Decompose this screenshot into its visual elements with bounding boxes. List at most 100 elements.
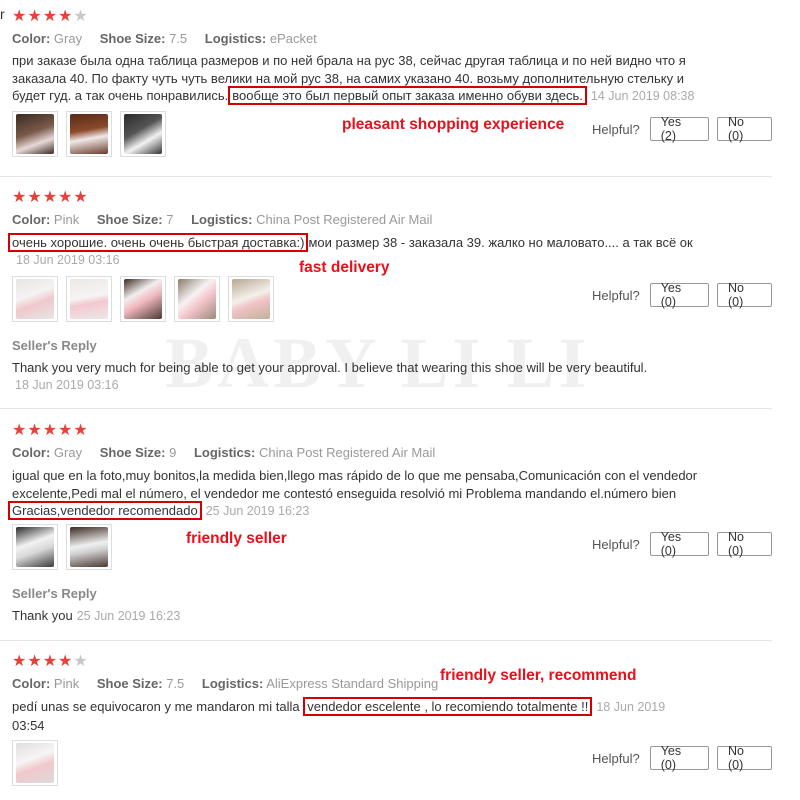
shoe-size-value: 7 [166, 212, 174, 227]
review-item: ★★★★★ Color: Gray Shoe Size: 7.5 Logisti… [0, 0, 772, 177]
seller-reply-date: 25 Jun 2019 16:23 [76, 609, 181, 623]
seller-reply-text: Thank you [12, 608, 73, 623]
review-photo[interactable] [174, 276, 220, 322]
star-rating: ★★★★★ [12, 654, 89, 670]
star-filled-icon: ★ [27, 189, 43, 206]
review-text-plain: будет гуд. а так очень понравились. [12, 88, 229, 103]
shoe-photo-icon [16, 279, 54, 319]
annotation-label: fast delivery [299, 259, 390, 276]
helpful-yes-button[interactable]: Yes (0) [649, 281, 709, 309]
review-meta: Color: Gray Shoe Size: 9 Logistics: Chin… [12, 445, 449, 460]
review-text-plain: pedí unas se equivocaron y me mandaron m… [12, 699, 300, 714]
helpful-no-button[interactable]: No (0) [716, 530, 772, 558]
shoe-size-label: Shoe Size: [96, 676, 163, 691]
review-photo[interactable] [120, 111, 166, 157]
star-filled-icon: ★ [42, 653, 59, 670]
review-photos [12, 276, 274, 322]
helpful-controls: Helpful? Yes (0) No (0) [592, 530, 772, 558]
review-photo[interactable] [12, 276, 58, 322]
star-filled-icon: ★ [27, 8, 43, 25]
review-photo[interactable] [12, 524, 58, 570]
review-text-line: при заказе была одна таблица размеров и … [12, 53, 686, 68]
review-photo[interactable] [66, 524, 112, 570]
review-text-line: заказала 40. По факту чуть чуть велики н… [12, 70, 684, 86]
highlighted-text: вообще это был первый опыт заказа именно… [228, 86, 587, 105]
review-meta: Color: Pink Shoe Size: 7.5 Logistics: Al… [12, 676, 452, 691]
review-photo[interactable] [66, 111, 112, 157]
review-meta: Color: Gray Shoe Size: 7.5 Logistics: eP… [12, 31, 331, 46]
star-filled-icon: ★ [58, 422, 74, 439]
logistics-label: Logistics: [193, 445, 256, 460]
star-filled-icon: ★ [58, 189, 74, 206]
highlighted-text: Gracias,vendedor recomendado [8, 501, 202, 520]
shoe-size-label: Shoe Size: [99, 445, 166, 460]
seller-reply-text: Thank you very much for being able to ge… [12, 360, 648, 375]
star-filled-icon: ★ [73, 422, 89, 439]
logistics-label: Logistics: [204, 31, 267, 46]
helpful-controls: Helpful? Yes (0) No (0) [592, 281, 772, 309]
star-filled-icon: ★ [12, 8, 28, 25]
review-photo[interactable] [12, 740, 58, 786]
shoe-photo-icon [178, 279, 216, 319]
star-filled-icon: ★ [42, 189, 59, 206]
logistics-label: Logistics: [201, 676, 264, 691]
shoe-size-value: 9 [169, 445, 177, 460]
shoe-size-value: 7.5 [166, 676, 185, 691]
helpful-no-button[interactable]: No (0) [716, 115, 772, 143]
logistics-value: China Post Registered Air Mail [256, 212, 433, 227]
review-photo[interactable] [228, 276, 274, 322]
helpful-label: Helpful? [592, 536, 640, 552]
helpful-label: Helpful? [592, 287, 640, 303]
review-text: pedí unas se equivocaron y me mandaron m… [12, 697, 712, 734]
review-date: 14 Jun 2019 08:38 [590, 89, 695, 103]
shoe-photo-icon [124, 279, 162, 319]
review-date: 25 Jun 2019 16:23 [205, 504, 310, 518]
helpful-yes-button[interactable]: Yes (0) [649, 530, 709, 558]
seller-reply-title: Seller's Reply [12, 586, 97, 601]
review-date-continued: 03:54 [12, 717, 45, 733]
review-text-line: igual que en la foto,muy bonitos,la medi… [12, 468, 698, 483]
review-text-line: будет гуд. а так очень понравились. вообщ… [12, 86, 702, 106]
seller-reply-title: Seller's Reply [12, 338, 97, 353]
review-date: 18 Jun 2019 [596, 700, 666, 714]
review-meta: Color: Pink Shoe Size: 7 Logistics: Chin… [12, 212, 446, 227]
review-photo[interactable] [66, 276, 112, 322]
logistics-value: ePacket [269, 31, 317, 46]
star-empty-icon: ★ [73, 8, 89, 25]
helpful-no-button[interactable]: No (0) [716, 281, 772, 309]
shoe-photo-icon [232, 279, 270, 319]
star-filled-icon: ★ [58, 8, 74, 25]
color-value: Pink [53, 676, 80, 691]
shoe-photo-icon [16, 527, 54, 567]
helpful-yes-button[interactable]: Yes (0) [649, 744, 709, 772]
annotation-label: pleasant shopping experience [342, 116, 565, 133]
review-item: ★★★★★ friendly seller, recommend Color: … [0, 640, 772, 800]
star-filled-icon: ★ [12, 653, 28, 670]
star-filled-icon: ★ [27, 653, 43, 670]
helpful-no-button[interactable]: No (0) [716, 744, 772, 772]
helpful-controls: Helpful? Yes (2) No (0) [592, 115, 772, 143]
helpful-yes-button[interactable]: Yes (2) [649, 115, 709, 143]
shoe-photo-icon [16, 114, 54, 154]
review-photo[interactable] [120, 276, 166, 322]
review-photos [12, 524, 112, 570]
color-value: Gray [53, 31, 83, 46]
shoe-size-label: Shoe Size: [96, 212, 163, 227]
annotation-label: friendly seller, recommend [440, 667, 637, 684]
review-text-line: excelente,Pedi mal el número, el vendedo… [12, 485, 677, 501]
helpful-controls: Helpful? Yes (0) No (0) [592, 744, 772, 772]
star-empty-icon: ★ [73, 653, 89, 670]
review-photos [12, 740, 58, 786]
star-filled-icon: ★ [58, 653, 74, 670]
color-value: Pink [53, 212, 80, 227]
star-filled-icon: ★ [27, 422, 43, 439]
shoe-size-label: Shoe Size: [99, 31, 166, 46]
review-item: ★★★★★ Color: Gray Shoe Size: 9 Logistics… [0, 408, 772, 641]
logistics-label: Logistics: [191, 212, 253, 227]
shoe-photo-icon [70, 114, 108, 154]
star-filled-icon: ★ [12, 422, 28, 439]
logistics-value: AliExpress Standard Shipping [266, 676, 439, 691]
shoe-photo-icon [16, 743, 54, 783]
review-photo[interactable] [12, 111, 58, 157]
star-filled-icon: ★ [42, 422, 59, 439]
